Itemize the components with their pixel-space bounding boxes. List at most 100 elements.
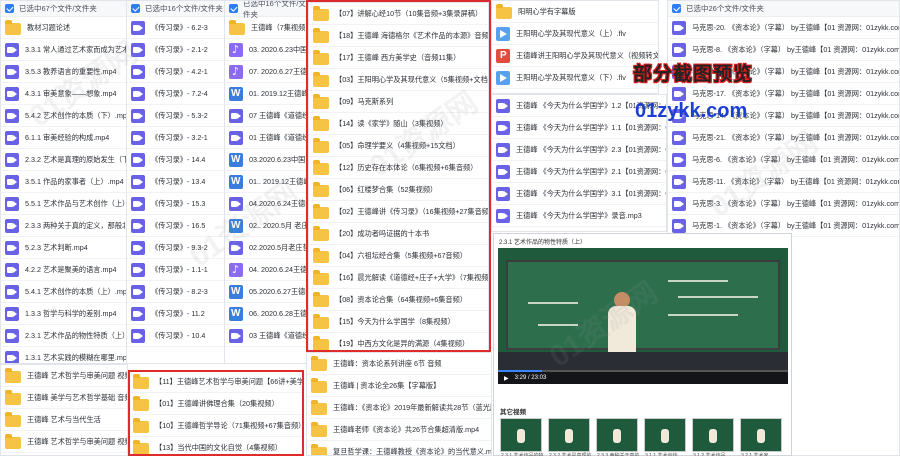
folder-item[interactable]: 【19】中西方文化是异的满源（4集视频） — [309, 333, 488, 351]
file-item[interactable]: 06. 2020.6.28王德峰 — [225, 303, 307, 325]
folder-item[interactable]: 【15】今天为什么学国学（8集视频） — [309, 311, 488, 333]
file-item[interactable]: 1.3.3 哲学与科学的差别.mp4 — [1, 303, 127, 325]
folder-item[interactable]: 【16】晨光解读《道德经+庄子+大学》（7集视频+9集音频） — [309, 267, 488, 289]
file-item[interactable]: 07 王德峰《道德经》 — [225, 105, 307, 127]
file-item[interactable]: 04. 2020.6.24王德峰 — [225, 259, 307, 281]
file-item[interactable]: 2.3.3 两种关于真的定义，那般北斋 — [1, 215, 127, 237]
file-item[interactable]: 5.5.1 艺术作品与艺术创作（上） — [1, 193, 127, 215]
folder-item[interactable]: 教材习题论述 — [1, 17, 127, 39]
folder-item[interactable]: 王德峰：《资本论》2019年最新解读共28节（蓝光版） — [307, 397, 491, 419]
file-item[interactable]: 《传习录》- 13.4 — [127, 171, 225, 193]
file-item[interactable]: 01. 2019.12王德峰 — [225, 83, 307, 105]
file-item[interactable]: 马克思-21. 《资本论》（字幕） by王德峰【01 资源网：01zykk.co… — [668, 127, 899, 149]
folder-item[interactable]: 【20】成功者吗证据的十本书 — [309, 223, 488, 245]
file-item[interactable]: 《传习录》- 9.3-2 — [127, 237, 225, 259]
folder-item[interactable]: 【02】王德峰讲《传习录》（16集视频+27集音频） — [309, 201, 488, 223]
file-item[interactable]: 02.2020.5月老庄哲学 — [225, 237, 307, 259]
file-item[interactable]: 《传习录》- 11.2 — [127, 303, 225, 325]
file-item[interactable]: 王阳明心学及其现代意义（上）.flv — [492, 23, 658, 45]
folder-item[interactable]: 王德峰 艺术与当代生活 — [1, 409, 127, 431]
file-item[interactable]: 《传习录》- 8.2-3 — [127, 281, 225, 303]
folder-item[interactable]: 【06】红楼梦合集（52集视频） — [309, 179, 488, 201]
folder-item[interactable]: 阳明心学有字幕版 — [492, 1, 658, 23]
file-item[interactable]: 《传习录》- 14.4 — [127, 149, 225, 171]
folder-item[interactable]: 【18】王德峰 海德格尔《艺术作品的本源》音频4集 — [309, 25, 488, 47]
video-screen[interactable] — [498, 248, 788, 384]
file-item[interactable]: 《传习录》- 2.1-2 — [127, 39, 225, 61]
file-item[interactable]: 4.3.1 审美意象——想象.mp4 — [1, 83, 127, 105]
file-item[interactable]: 《传习录》- 1.1-1 — [127, 259, 225, 281]
file-item[interactable]: 1.3.1 艺术实践的模糊在哪里.mp4 — [1, 347, 127, 363]
folder-item[interactable]: 【03】王阳明心学及其现代意义（5集视频+文档） — [309, 69, 488, 91]
file-item[interactable]: 马克思-8. 《资本论》（字幕） by王德峰【01 资源网：01zykk.com… — [668, 39, 899, 61]
folder-item[interactable]: 王德峰 艺术哲学与审美问题 视频66讲 — [1, 365, 127, 387]
folder-item[interactable]: 王德峰 艺术哲学与审美问题 视频66讲 — [1, 431, 127, 453]
related-thumbnail[interactable]: 2.3.1 艺术作品的物性 — [500, 418, 543, 456]
file-item[interactable]: 3.5.3 教养语言的重要性.mp4 — [1, 61, 127, 83]
file-item[interactable]: 5.4.2 艺术创作的本质（下）.mp4 — [1, 105, 127, 127]
related-thumbnail[interactable]: 2.3.2 艺术是真理的 — [548, 418, 591, 456]
file-item[interactable]: 3.3.1 常人通过艺术家而成为艺术家 — [1, 39, 127, 61]
file-item[interactable]: 马克思-20. 《资本论》（字幕） by王德峰【01 资源网：01zykk.co… — [668, 17, 899, 39]
checkbox-icon[interactable] — [672, 4, 681, 13]
file-item[interactable]: 《传习录》- 5.3-2 — [127, 105, 225, 127]
folder-item[interactable]: 复旦哲学课：王德峰教授《资本论》的当代意义.mp4 — [307, 441, 491, 455]
file-item[interactable]: 《传习录》- 16.5 — [127, 215, 225, 237]
file-item[interactable]: 03. 2020.6.23中国哲 — [225, 39, 307, 61]
folder-item[interactable]: 王德峰（7集视频） — [225, 17, 307, 39]
folder-item[interactable]: 王德峰 | 资本论全26集【字幕版】 — [307, 375, 491, 397]
file-item[interactable]: 07. 2020.6.27王德峰 — [225, 61, 307, 83]
related-thumbnail[interactable]: 3.1.1 艺术创作 — [644, 418, 686, 456]
folder-item[interactable]: 【08】资本论合集（64集视频+6集音频） — [309, 289, 488, 311]
file-item[interactable]: 王德峰 《今天为什么学国学》2.1【01资源网：01zykk.com — [492, 161, 666, 183]
file-item[interactable]: 《传习录》- 6.2-3 — [127, 17, 225, 39]
file-item[interactable]: 02.. 2020.5月 老庄 — [225, 215, 307, 237]
file-item[interactable]: 《传习录》- 4.2-1 — [127, 61, 225, 83]
folder-item[interactable]: 【09】马克斯系列 — [309, 91, 488, 113]
file-item[interactable]: 2.3.2 艺术是真理的原始发生（下） — [1, 149, 127, 171]
file-item[interactable]: 《传习录》- 3.2-1 — [127, 127, 225, 149]
file-item[interactable]: 5.2.3 艺术判断.mp4 — [1, 237, 127, 259]
folder-item[interactable]: 【13】当代中国的文化自觉（4集视频） — [129, 437, 303, 455]
folder-item[interactable]: 王德峰：资本论系列讲座 6节 音频 — [307, 353, 491, 375]
file-item[interactable]: 马克思-3. 《资本论》（字幕） by王德峰【01 资源网：01zykk.com… — [668, 193, 899, 215]
video-icon — [5, 306, 19, 321]
folder-item[interactable]: 【01】王德峰讲佛理合集（20集视频） — [129, 393, 303, 415]
folder-item[interactable]: 王德峰 美学与艺术哲学基础 音频 — [1, 387, 127, 409]
related-thumbnail[interactable]: 2.3.3 两种关于真的 — [596, 418, 639, 456]
file-item[interactable]: 马克思-11. 《资本论》（字幕） by王德峰【01 资源网：01zykk.co… — [668, 171, 899, 193]
folder-item[interactable]: 【05】命理学要义（4集视频+15文档） — [309, 135, 488, 157]
folder-item[interactable]: 【10】王德峰哲学导论（71集视频+67集音频） — [129, 415, 303, 437]
related-thumbnail[interactable]: 3.2.1 艺术家 — [740, 418, 782, 456]
file-item[interactable]: 04.2020.6.24王德峰 — [225, 193, 307, 215]
file-item[interactable]: 03.2020.6.23中国哲学 — [225, 149, 307, 171]
file-item[interactable]: 王德峰 《今天为什么学国学》2.3【01资源网：01zykk.com — [492, 139, 666, 161]
folder-item[interactable]: 【11】王德峰艺术哲学与审美问题【66讲+美学类】 — [129, 371, 303, 393]
folder-item[interactable]: 【04】六祖坛经合集（5集视频+67音频） — [309, 245, 488, 267]
file-item[interactable]: 《传习录》- 7.2-4 — [127, 83, 225, 105]
file-item[interactable]: 《传习录》- 15.3 — [127, 193, 225, 215]
folder-item[interactable]: 【14】读《家学》随山（3集视频） — [309, 113, 488, 135]
file-item[interactable]: 5.4.1 艺术创作的本质（上）.mp4 — [1, 281, 127, 303]
related-thumbnail[interactable]: 3.1.2 艺术作品 — [692, 418, 734, 456]
file-item[interactable]: 4.2.2 艺术是聚美的语言.mp4 — [1, 259, 127, 281]
folder-item[interactable]: 王德峰老师《资本论》共26节合集超清版.mp4 — [307, 419, 491, 441]
file-item[interactable]: 05.2020.6.27王德峰 — [225, 281, 307, 303]
file-item[interactable]: 王德峰 《今天为什么学国学》录音.mp3 — [492, 205, 666, 227]
checkbox-icon[interactable] — [229, 4, 238, 13]
file-item[interactable]: 2.3.1 艺术作品的物性特质（上） — [1, 325, 127, 347]
folder-item[interactable]: 【17】王德峰 西方美学史（音频11集） — [309, 47, 488, 69]
folder-item[interactable]: 【07】讲解心经10节（10集音频+3集录屏稿） — [309, 3, 488, 25]
file-item[interactable]: 01 王德峰《道德经》 — [225, 127, 307, 149]
file-item[interactable]: 03 王德峰《道德经》 — [225, 325, 307, 347]
file-item[interactable]: 《传习录》- 10.4 — [127, 325, 225, 347]
file-item[interactable]: 王德峰 《今天为什么学国学》3.1【01资源网：01zykk.com — [492, 183, 666, 205]
checkbox-icon[interactable] — [131, 4, 140, 13]
file-item[interactable]: 马克思-6. 《资本论》（字幕） by王德峰【01 资源网：01zykk.com… — [668, 149, 899, 171]
folder-item[interactable]: 【12】历史存在本体论（6集视频+6集音频） — [309, 157, 488, 179]
file-item[interactable]: 6.1.1 审美经验的构成.mp4 — [1, 127, 127, 149]
play-icon[interactable]: ▶ — [504, 375, 509, 382]
file-item[interactable]: 01.. 2019.12王德峰 我 — [225, 171, 307, 193]
checkbox-icon[interactable] — [5, 4, 14, 13]
file-item[interactable]: 3.5.1 作品的家事者（上）.mp4 — [1, 171, 127, 193]
